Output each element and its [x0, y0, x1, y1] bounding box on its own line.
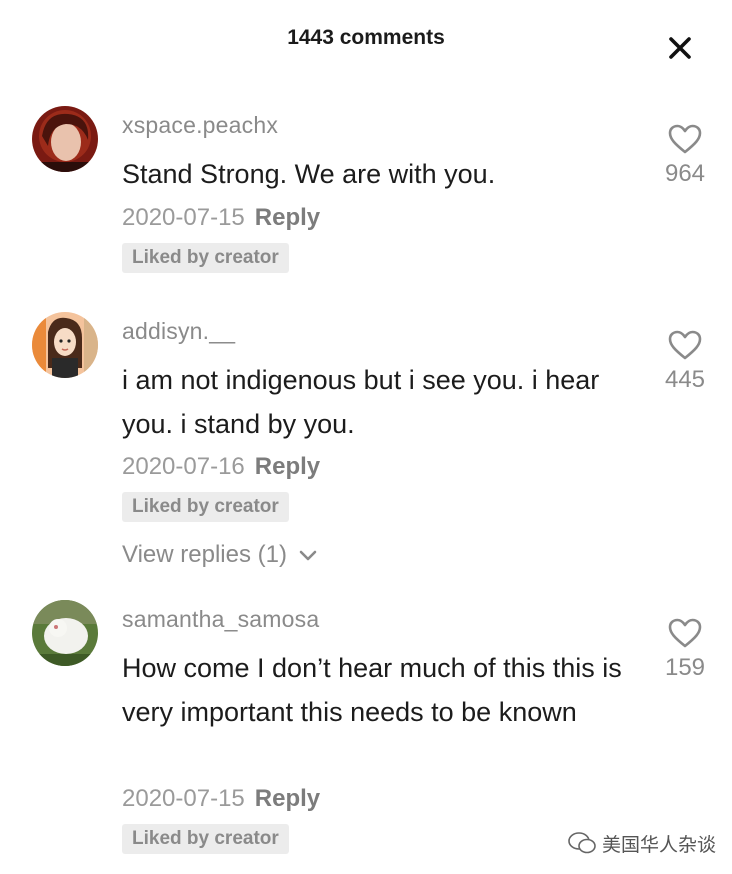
comments-sheet: 1443 comments xspace.peachx Stand Strong… [0, 0, 732, 874]
comment-date: 2020-07-15 [122, 204, 245, 231]
liked-by-creator-badge: Liked by creator [122, 492, 289, 522]
heart-icon [668, 330, 702, 360]
reply-button[interactable]: Reply [255, 785, 320, 812]
comment-meta: 2020-07-15 Reply [122, 204, 320, 232]
comment-username[interactable]: addisyn.__ [122, 318, 235, 345]
comment-text: i am not indigenous but i see you. i hea… [122, 365, 600, 439]
avatar[interactable] [32, 312, 98, 378]
comment-text: How come I don’t hear much of this this … [122, 653, 622, 727]
comment-meta: 2020-07-16 Reply [122, 453, 320, 481]
comment-meta: 2020-07-15 Reply [122, 785, 320, 813]
comment-date: 2020-07-16 [122, 453, 245, 480]
comment-text: Stand Strong. We are with you. [122, 159, 496, 189]
liked-by-creator-badge: Liked by creator [122, 824, 289, 854]
like-button[interactable]: 445 [650, 330, 720, 394]
avatar[interactable] [32, 106, 98, 172]
reply-button[interactable]: Reply [255, 204, 320, 231]
wechat-icon [568, 832, 596, 854]
comment-date: 2020-07-15 [122, 785, 245, 812]
close-icon [669, 37, 691, 59]
heart-icon [668, 618, 702, 648]
comments-count-title: 1443 comments [287, 26, 445, 49]
watermark-text: 美国华人杂谈 [602, 834, 717, 856]
heart-icon [668, 124, 702, 154]
view-replies-label: View replies (1) [122, 541, 287, 568]
comment-username[interactable]: samantha_samosa [122, 606, 319, 633]
like-button[interactable]: 964 [650, 124, 720, 188]
like-button[interactable]: 159 [650, 618, 720, 682]
like-count: 964 [664, 160, 706, 187]
comment-username[interactable]: xspace.peachx [122, 112, 278, 139]
view-replies-button[interactable]: View replies (1) [122, 541, 318, 569]
liked-by-creator-badge: Liked by creator [122, 243, 289, 273]
avatar[interactable] [32, 600, 98, 666]
chevron-down-icon [299, 550, 316, 560]
reply-button[interactable]: Reply [255, 453, 320, 480]
like-count: 159 [664, 654, 706, 681]
watermark: 美国华人杂谈 [568, 828, 716, 858]
close-button[interactable] [665, 33, 695, 63]
like-count: 445 [664, 366, 706, 393]
